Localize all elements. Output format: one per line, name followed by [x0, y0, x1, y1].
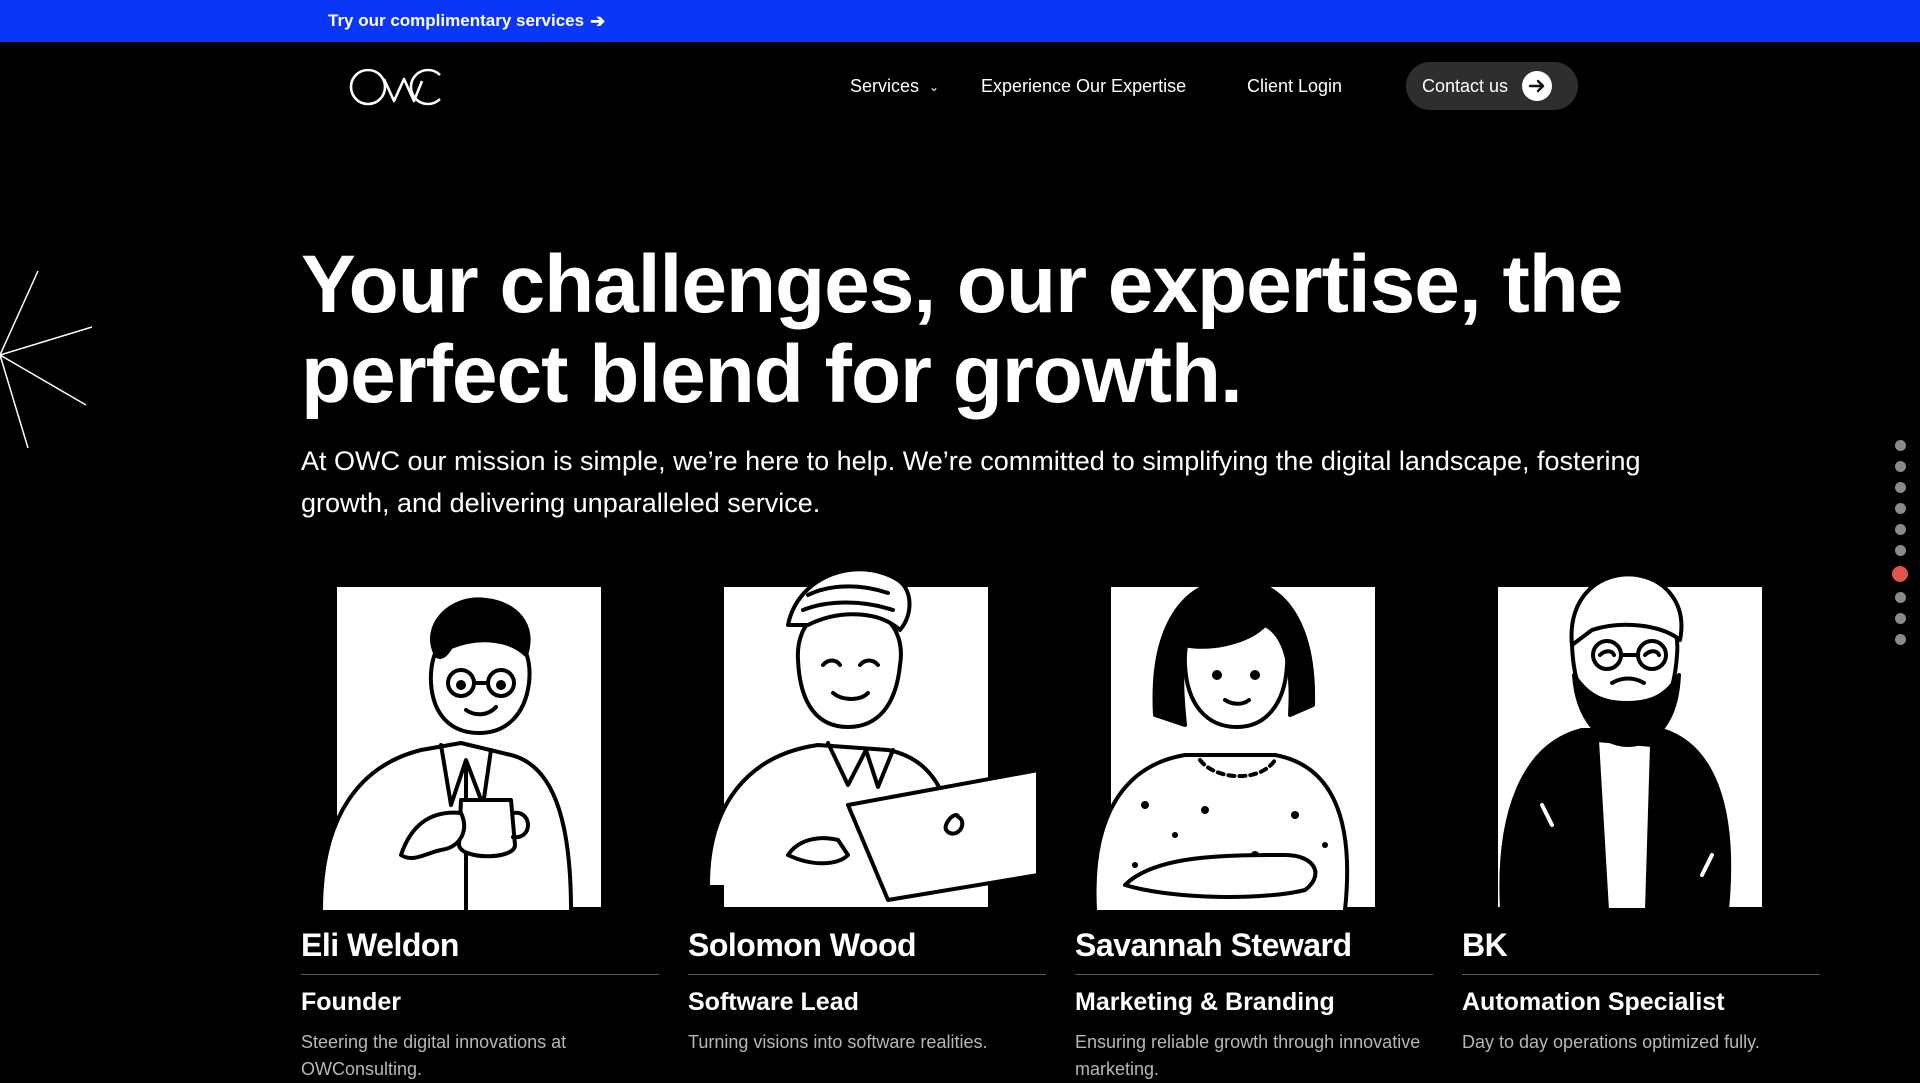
section-dot[interactable]: [1894, 613, 1906, 624]
member-role: Software Lead: [688, 988, 859, 1016]
promo-text: Try our complimentary services: [328, 11, 585, 30]
portrait-illustration-3: [1092, 578, 1350, 910]
member-description: Ensuring reliable growth through innovat…: [1075, 1032, 1421, 1079]
member-name: Solomon Wood: [688, 927, 1046, 975]
section-dot[interactable]: [1894, 440, 1906, 451]
section-dot[interactable]: [1894, 524, 1906, 535]
section-dot[interactable]: [1894, 482, 1906, 493]
nav-login-label: Client Login: [1247, 75, 1343, 96]
section-dot[interactable]: [1894, 461, 1906, 472]
section-dot[interactable]: [1894, 634, 1906, 645]
promo-bar: Try our complimentary services ➔: [0, 0, 1920, 42]
owc-logo[interactable]: [348, 62, 444, 112]
member-description: Turning visions into software realities.: [688, 1032, 988, 1052]
chevron-down-icon: ⌄: [929, 80, 940, 94]
member-name: Savannah Steward: [1075, 927, 1433, 975]
member-role: Marketing & Branding: [1075, 988, 1335, 1016]
starburst-decoration: [0, 270, 93, 449]
nav-expertise[interactable]: Experience Our Expertise: [981, 62, 1186, 110]
portrait-illustration-4: [1499, 572, 1732, 910]
nav-expertise-label: Experience Our Expertise: [981, 75, 1187, 96]
nav-services-label: Services: [850, 75, 920, 96]
member-role: Founder: [301, 988, 401, 1016]
portrait-illustration-1: [319, 597, 573, 910]
member-description: Steering the digital innovations at OWCo…: [301, 1032, 567, 1079]
member-description: Day to day operations optimized fully.: [1462, 1032, 1760, 1052]
hero-title: Your challenges, our expertise, the perf…: [301, 239, 1623, 420]
contact-label: Contact us: [1422, 75, 1509, 96]
section-dot-active[interactable]: [1892, 566, 1908, 582]
member-name: BK: [1462, 927, 1820, 975]
section-dot-nav: [1892, 440, 1908, 645]
member-role: Automation Specialist: [1462, 988, 1725, 1016]
nav-services[interactable]: Services ⌄: [850, 62, 939, 110]
arrow-circle-icon: [1522, 71, 1553, 101]
section-dot[interactable]: [1894, 592, 1906, 603]
promo-link[interactable]: Try our complimentary services ➔: [328, 0, 605, 42]
arrow-right-icon: ➔: [590, 10, 606, 31]
nav-client-login[interactable]: Client Login: [1247, 62, 1342, 110]
hero-subtitle: At OWC our mission is simple, we’re here…: [301, 446, 1641, 518]
owc-logo-mark: [349, 68, 441, 106]
member-name: Eli Weldon: [301, 927, 659, 975]
section-dot[interactable]: [1894, 503, 1906, 514]
portrait-illustration-2: [706, 567, 1040, 902]
contact-us-button[interactable]: Contact us: [1406, 62, 1578, 110]
section-dot[interactable]: [1894, 545, 1906, 556]
